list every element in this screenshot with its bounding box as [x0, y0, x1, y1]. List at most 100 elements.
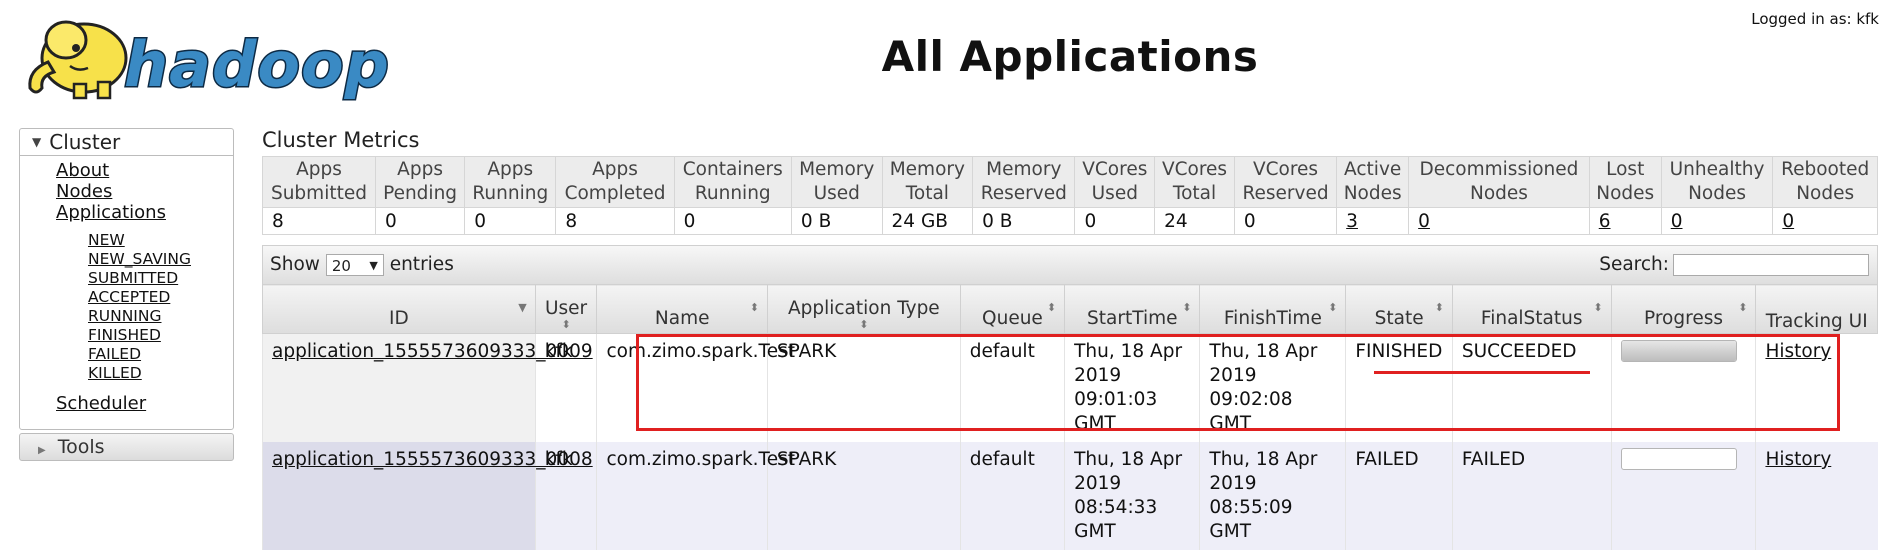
- app-state-link-failed[interactable]: FAILED: [88, 345, 141, 363]
- metric-header-line: Running: [694, 183, 771, 204]
- tracking-history-link[interactable]: History: [1765, 449, 1831, 470]
- app-state-link-accepted[interactable]: ACCEPTED: [88, 288, 170, 306]
- metric-value-cell: 24 GB: [881, 207, 974, 235]
- column-header-label: User: [545, 298, 588, 319]
- finish-time-line: 08:55:09 GMT: [1209, 497, 1293, 542]
- metric-header: Apps Pending: [374, 156, 466, 208]
- table-cell: FAILED: [1451, 442, 1612, 550]
- column-header[interactable]: Queue ⬍: [959, 284, 1066, 334]
- start-time-line: 2019: [1074, 365, 1122, 386]
- app-state-link-running[interactable]: RUNNING: [88, 307, 161, 325]
- cluster-nav: ▼ Cluster About Nodes Applications NEW NEW_S…: [19, 128, 234, 430]
- metric-header-line: Total: [905, 183, 949, 204]
- column-header-label: StartTime: [1087, 308, 1178, 329]
- table-cell: SUCCEEDED: [1451, 333, 1612, 442]
- metric-header-line: Pending: [383, 183, 458, 204]
- app-state-link-killed[interactable]: KILLED: [88, 364, 142, 382]
- column-header[interactable]: Tracking UI: [1755, 284, 1878, 334]
- finish-time-line: Thu, 18 Apr: [1209, 449, 1318, 470]
- metric-value: 0: [683, 210, 696, 232]
- app-state-link-new-saving[interactable]: NEW_SAVING: [88, 250, 191, 268]
- metric-value-cell: 24: [1154, 207, 1235, 235]
- app-state-item: SUBMITTED: [88, 269, 233, 288]
- sort-icon: ⬍: [1434, 301, 1444, 314]
- metric-header-line: Nodes: [1343, 183, 1402, 204]
- column-header[interactable]: FinishTime ⬍: [1199, 284, 1347, 334]
- sort-icon: ⬍: [1182, 301, 1192, 314]
- sidebar: ▼ Cluster About Nodes Applications NEW NEW_S…: [19, 128, 234, 461]
- sidebar-link-applications[interactable]: Applications: [56, 202, 166, 223]
- metric-header: Unhealthy Nodes: [1660, 156, 1774, 208]
- scheduler-link[interactable]: Scheduler: [56, 393, 146, 414]
- progress-bar: [1620, 448, 1737, 470]
- app-state-links: NEW NEW_SAVING SUBMITTED ACCEPTED RUNNING FIN…: [88, 231, 233, 383]
- metric-header-line: Total: [1172, 183, 1217, 204]
- sidebar-link-about[interactable]: About: [56, 160, 109, 181]
- metric-value-link[interactable]: 0: [1671, 211, 1683, 232]
- column-header-label: FinishTime: [1223, 308, 1322, 329]
- app-type: SPARK: [776, 341, 837, 362]
- table-cell: Thu, 18 Apr 2019 08:55:09 GMT: [1199, 442, 1346, 550]
- metric-header-line: Unhealthy: [1669, 159, 1765, 180]
- metric-header: Apps Running: [464, 156, 557, 208]
- column-header[interactable]: StartTime ⬍: [1064, 284, 1201, 334]
- metric-header-line: Nodes: [1796, 183, 1855, 204]
- metric-value-cell: 6: [1588, 207, 1662, 235]
- metric-value-cell: 0 B: [790, 207, 883, 235]
- finish-time-line: 2019: [1209, 473, 1257, 494]
- tools-toggle[interactable]: ▶ Tools: [19, 433, 234, 461]
- app-state-link-finished[interactable]: FINISHED: [88, 326, 161, 344]
- table-cell: FAILED: [1345, 442, 1453, 550]
- show-entries: Show 20 ▼ entries: [270, 254, 454, 276]
- app-final-status: FAILED: [1461, 449, 1526, 470]
- column-header[interactable]: ID ▼: [262, 284, 536, 334]
- table-cell: Thu, 18 Apr 2019 08:54:33 GMT: [1064, 442, 1200, 550]
- finish-time-line: Thu, 18 Apr: [1209, 341, 1318, 362]
- column-header[interactable]: User ⬍: [534, 284, 598, 334]
- metric-value-link[interactable]: 3: [1346, 211, 1358, 232]
- tools-label: Tools: [57, 436, 105, 458]
- column-header[interactable]: Application Type ⬍: [766, 284, 961, 334]
- column-header[interactable]: State ⬍: [1345, 284, 1453, 334]
- metric-header: Memory Used: [790, 156, 883, 208]
- metric-header: Decommissioned Nodes: [1408, 156, 1590, 208]
- cluster-toggle[interactable]: ▼ Cluster: [20, 129, 233, 156]
- app-state-item: RUNNING: [88, 307, 233, 326]
- app-state-link-new[interactable]: NEW: [88, 231, 125, 249]
- metric-header: VCores Used: [1074, 156, 1156, 208]
- search-input[interactable]: [1673, 254, 1869, 276]
- metric-value-link[interactable]: 0: [1782, 211, 1794, 232]
- table-cell: History: [1755, 333, 1878, 442]
- entries-select[interactable]: 20 ▼: [325, 254, 384, 276]
- column-header-label: ID: [389, 308, 409, 329]
- metric-value-link[interactable]: 6: [1599, 211, 1611, 232]
- column-header[interactable]: FinalStatus ⬍: [1451, 284, 1612, 334]
- metric-header-line: Running: [472, 183, 549, 204]
- sort-desc-icon: ▼: [518, 301, 527, 314]
- cluster-links: About Nodes Applications: [20, 156, 233, 223]
- column-header[interactable]: Progress ⬍: [1610, 284, 1757, 334]
- app-state-link-submitted[interactable]: SUBMITTED: [88, 269, 178, 287]
- column-header-label: Queue: [982, 308, 1043, 329]
- start-time-line: GMT: [1074, 521, 1116, 542]
- column-header-label: Progress: [1644, 308, 1723, 329]
- metric-value-cell: 0: [1408, 207, 1590, 235]
- finish-time-line: 09:02:08 GMT: [1209, 389, 1293, 434]
- metric-value-link[interactable]: 0: [1418, 211, 1430, 232]
- app-state-item: KILLED: [88, 364, 233, 383]
- app-state: FAILED: [1355, 449, 1419, 470]
- table-cell: application_1555573609333_0009: [262, 333, 593, 442]
- metric-header-line: Decommissioned: [1419, 159, 1579, 180]
- metric-header-line: Active: [1344, 159, 1402, 180]
- tracking-history-link[interactable]: History: [1765, 341, 1831, 362]
- cluster-metrics-table: Apps Submitted Apps Pending Apps Running Apps C…: [262, 156, 1878, 235]
- start-time-line: Thu, 18 Apr: [1074, 449, 1183, 470]
- sidebar-link-nodes[interactable]: Nodes: [56, 181, 112, 202]
- metric-value: 0 B: [800, 210, 832, 232]
- metric-value: 24: [1164, 210, 1188, 232]
- table-cell: Thu, 18 Apr 2019 09:01:03 GMT: [1064, 333, 1200, 442]
- column-header[interactable]: Name ⬍: [596, 284, 768, 334]
- app-state-item: FINISHED: [88, 326, 233, 345]
- metric-value-cell: 3: [1336, 207, 1410, 235]
- sort-icon: ⬍: [859, 318, 869, 331]
